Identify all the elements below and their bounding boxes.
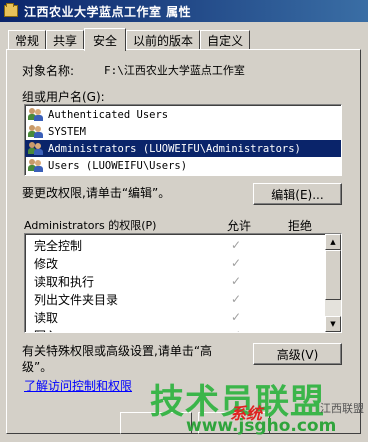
permission-name: 列出文件夹目录	[34, 292, 119, 307]
scroll-thumb[interactable]	[325, 250, 341, 300]
title-bar[interactable]: 江西农业大学蓝点工作室 属性	[0, 0, 368, 22]
permission-row-list-folder: 列出文件夹目录 ✓	[25, 290, 341, 308]
user-item-administrators[interactable]: Administrators (LUOWEIFU\Administrators)	[25, 140, 341, 157]
user-item-authenticated-users[interactable]: Authenticated Users	[25, 106, 341, 123]
user-group-icon	[28, 159, 44, 172]
tab-previous-versions[interactable]: 以前的版本	[126, 30, 201, 50]
tab-sharing[interactable]: 共享	[46, 30, 85, 50]
permission-row-read: 读取 ✓	[25, 308, 341, 326]
window-title: 江西农业大学蓝点工作室 属性	[24, 4, 192, 19]
allow-check-icon: ✓	[231, 274, 242, 288]
groups-label: 组或用户名(G):	[22, 90, 105, 104]
user-item-label: Administrators (LUOWEIFU\Administrators)	[48, 142, 301, 155]
allow-header: 允许	[227, 219, 252, 233]
user-item-label: Users (LUOWEIFU\Users)	[48, 159, 188, 172]
object-name-label: 对象名称:	[22, 64, 75, 78]
user-group-icon	[28, 142, 44, 155]
users-listbox[interactable]: Authenticated Users SYSTEM Administrator…	[24, 104, 342, 176]
allow-check-icon: ✓	[231, 256, 242, 270]
user-group-icon	[28, 125, 44, 138]
user-group-icon	[28, 108, 44, 121]
allow-check-icon: ✓	[231, 292, 242, 306]
deny-header: 拒绝	[288, 219, 313, 233]
user-item-users[interactable]: Users (LUOWEIFU\Users)	[25, 157, 341, 174]
tab-customize[interactable]: 自定义	[200, 30, 251, 50]
advanced-button[interactable]: 高级(V)	[253, 343, 342, 365]
allow-check-icon: ✓	[231, 310, 242, 324]
user-item-label: Authenticated Users	[48, 108, 169, 121]
permissions-scrollbar[interactable]: ▲ ▼	[325, 234, 341, 332]
tab-security[interactable]: 安全	[84, 28, 127, 51]
object-name-value: F:\江西农业大学蓝点工作室	[104, 64, 245, 77]
permission-name: 读取	[34, 310, 59, 325]
scroll-up-icon[interactable]: ▲	[325, 234, 341, 250]
permission-row-read-execute: 读取和执行 ✓	[25, 272, 341, 290]
scroll-down-icon[interactable]: ▼	[325, 316, 341, 332]
user-item-system[interactable]: SYSTEM	[25, 123, 341, 140]
folder-icon	[4, 3, 18, 17]
allow-check-icon: ✓	[231, 328, 241, 332]
change-permissions-hint: 要更改权限,请单击“编辑”。	[22, 186, 171, 200]
permissions-list: 完全控制 ✓ 修改 ✓ 读取和执行 ✓ 列出文件夹目录 ✓ 读取 ✓ 写入 ✓ …	[24, 233, 342, 333]
permission-row-modify: 修改 ✓	[25, 254, 341, 272]
permission-name: 读取和执行	[34, 274, 95, 289]
permission-row-write: 写入 ✓	[25, 326, 341, 333]
watermark: 技术员联盟 系统 江西联盟 www.jsgho.com	[150, 370, 368, 442]
watermark-url: www.jsgho.com	[186, 416, 337, 436]
help-link[interactable]: 了解访问控制和权限	[24, 377, 132, 394]
permission-row-full-control: 完全控制 ✓	[25, 236, 341, 254]
edit-button[interactable]: 编辑(E)...	[253, 183, 342, 205]
tab-strip: 常规 共享 安全 以前的版本 自定义	[8, 28, 251, 51]
permission-name: 完全控制	[34, 238, 83, 253]
permission-name: 写入	[34, 327, 58, 333]
watermark-small: 江西联盟	[320, 402, 364, 415]
permissions-label: Administrators 的权限(P)	[24, 219, 157, 232]
permission-name: 修改	[34, 256, 59, 271]
allow-check-icon: ✓	[231, 238, 242, 252]
user-item-label: SYSTEM	[48, 125, 86, 138]
tab-general[interactable]: 常规	[8, 30, 47, 50]
